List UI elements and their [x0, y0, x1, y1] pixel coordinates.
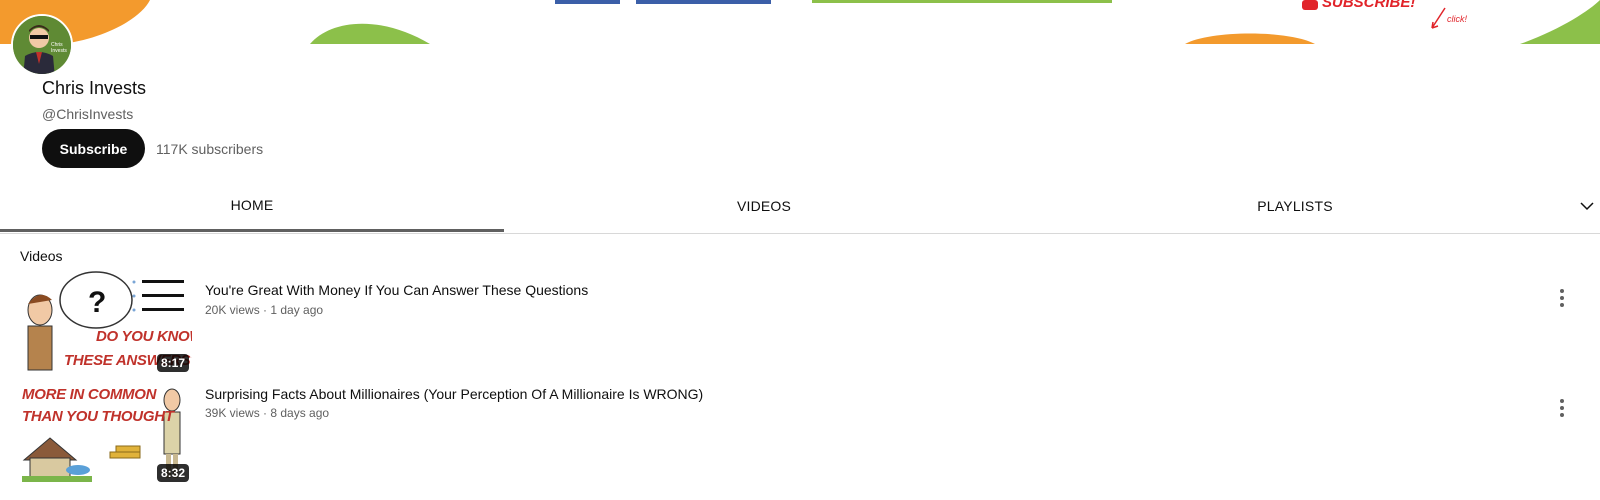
video-duration: 8:17 [156, 354, 189, 372]
video-item: ? DO YOU KNOW THESE ANSWERS? 8:17 You're… [0, 270, 1600, 376]
avatar-label: Chris Invests [51, 42, 67, 54]
more-actions-icon[interactable] [1554, 286, 1570, 310]
thumbnail-caption-line-1: MORE IN COMMON [22, 386, 157, 403]
channel-avatar[interactable]: Chris Invests [11, 14, 73, 76]
video-thumbnail[interactable]: ? DO YOU KNOW THESE ANSWERS? 8:17 [20, 270, 192, 376]
banner-subscribe-sticker: SUBSCRIBE! [1322, 0, 1416, 11]
channel-handle: @ChrisInvests [42, 106, 134, 122]
channel-name: Chris Invests [42, 78, 147, 98]
video-meta: 39K views · 8 days ago [205, 406, 330, 420]
thumbnail-caption-line-2: THAN YOU THOUGHT [22, 408, 174, 425]
subscribe-button[interactable]: Subscribe [42, 129, 145, 168]
more-actions-icon[interactable] [1554, 396, 1570, 420]
channel-banner: SUBSCRIBE! click! [0, 0, 1600, 44]
svg-text:?: ? [88, 286, 106, 319]
video-item: MORE IN COMMON THAN YOU THOUGHT 8:32 Sur… [0, 380, 1600, 486]
video-title[interactable]: Surprising Facts About Millionaires (You… [205, 386, 703, 402]
tab-playlists[interactable]: PLAYLISTS [1030, 180, 1560, 232]
chevron-down-icon[interactable] [1577, 196, 1597, 216]
video-duration: 8:32 [156, 464, 189, 482]
video-meta: 20K views · 1 day ago [205, 303, 324, 317]
subscriber-count: 117K subscribers [156, 141, 264, 157]
thumbnail-caption-line-1: DO YOU KNOW [96, 328, 192, 345]
tab-home[interactable]: HOME [0, 180, 504, 232]
section-title: Videos [20, 248, 63, 264]
channel-tabs: HOME VIDEOS PLAYLISTS [0, 180, 1600, 234]
tab-videos[interactable]: VIDEOS [504, 180, 1024, 232]
banner-click-note: click! [1447, 14, 1467, 24]
video-title[interactable]: You're Great With Money If You Can Answe… [205, 282, 588, 298]
video-thumbnail[interactable]: MORE IN COMMON THAN YOU THOUGHT 8:32 [20, 380, 192, 486]
